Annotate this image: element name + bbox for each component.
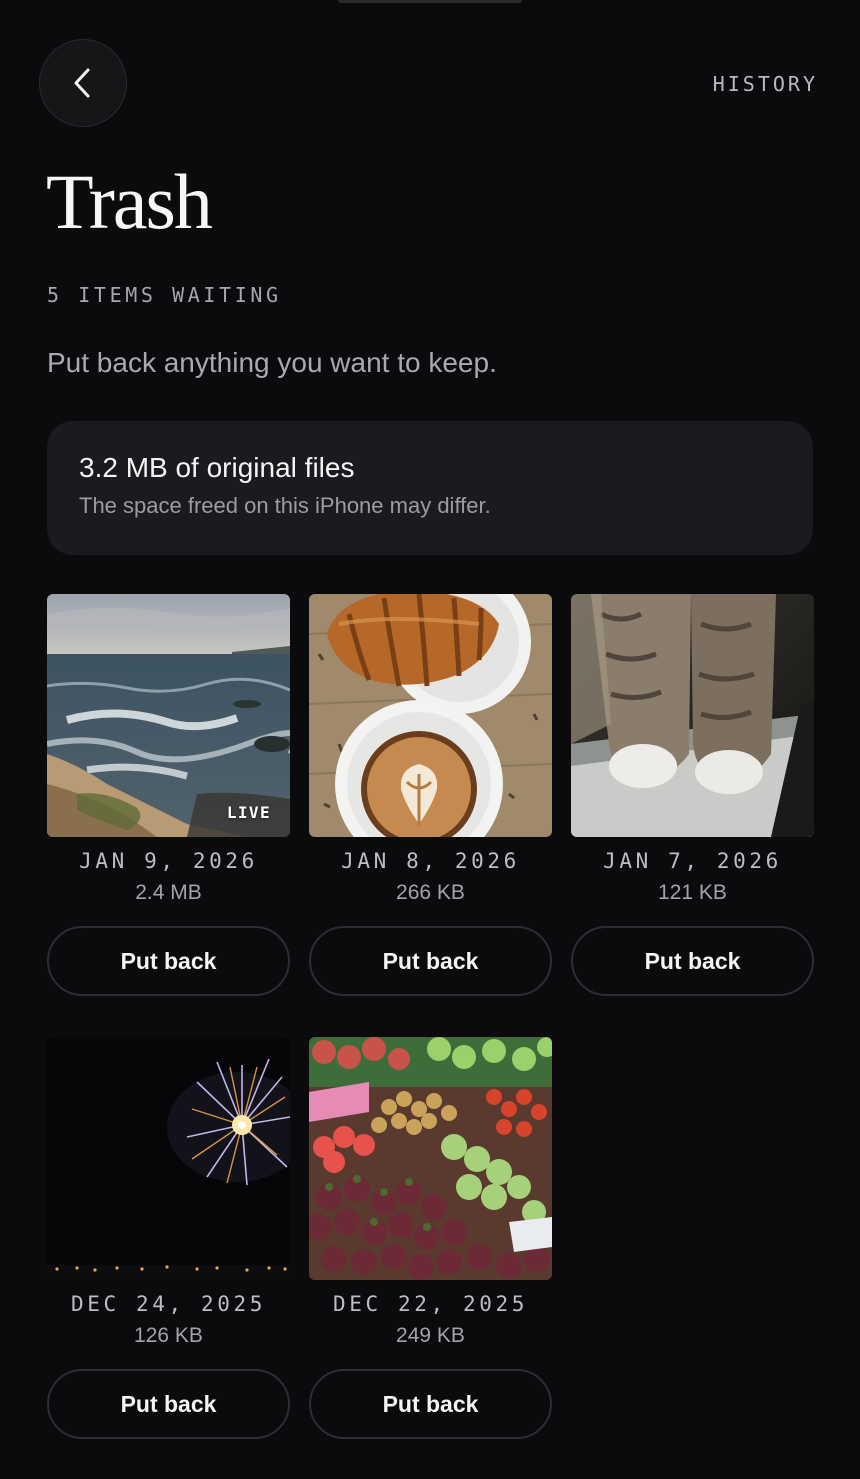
trash-item: LIVE JAN 9, 2026 2.4 MB Put back <box>47 594 290 996</box>
back-button[interactable] <box>39 39 127 127</box>
trash-item: JAN 7, 2026 121 KB Put back <box>571 594 814 996</box>
items-count: 5 ITEMS WAITING <box>47 283 282 307</box>
item-date: JAN 8, 2026 <box>341 849 520 873</box>
put-back-button[interactable]: Put back <box>571 926 814 996</box>
trash-item: DEC 22, 2025 249 KB Put back <box>309 1037 552 1439</box>
item-date: JAN 9, 2026 <box>79 849 258 873</box>
trash-item: DEC 24, 2025 126 KB Put back <box>47 1037 290 1439</box>
dynamic-island <box>338 0 522 3</box>
item-date: DEC 22, 2025 <box>333 1292 528 1316</box>
chevron-left-icon <box>74 68 90 98</box>
page-title: Trash <box>46 158 213 245</box>
photo-thumbnail-fruit-market[interactable] <box>309 1037 552 1280</box>
item-date: DEC 24, 2025 <box>71 1292 266 1316</box>
live-photo-badge: LIVE <box>226 803 271 822</box>
history-link[interactable]: HISTORY <box>713 72 818 96</box>
item-date: JAN 7, 2026 <box>603 849 782 873</box>
put-back-button[interactable]: Put back <box>309 1369 552 1439</box>
item-size: 121 KB <box>658 881 727 904</box>
put-back-button[interactable]: Put back <box>47 926 290 996</box>
photo-thumbnail-croissant-coffee[interactable] <box>309 594 552 837</box>
storage-note: The space freed on this iPhone may diffe… <box>79 493 491 518</box>
storage-headline: 3.2 MB of original files <box>79 452 355 483</box>
item-size: 2.4 MB <box>135 881 202 904</box>
trash-item: JAN 8, 2026 266 KB Put back <box>309 594 552 996</box>
item-size: 266 KB <box>396 881 465 904</box>
page-subtitle: Put back anything you want to keep. <box>47 347 497 378</box>
storage-info-card: 3.2 MB of original files The space freed… <box>47 421 813 555</box>
put-back-button[interactable]: Put back <box>309 926 552 996</box>
photo-thumbnail-cat-paws[interactable] <box>571 594 814 837</box>
photo-thumbnail-fireworks[interactable] <box>47 1037 290 1280</box>
item-size: 126 KB <box>134 1324 203 1347</box>
item-size: 249 KB <box>396 1324 465 1347</box>
put-back-button[interactable]: Put back <box>47 1369 290 1439</box>
photo-thumbnail-ocean[interactable]: LIVE <box>47 594 290 837</box>
